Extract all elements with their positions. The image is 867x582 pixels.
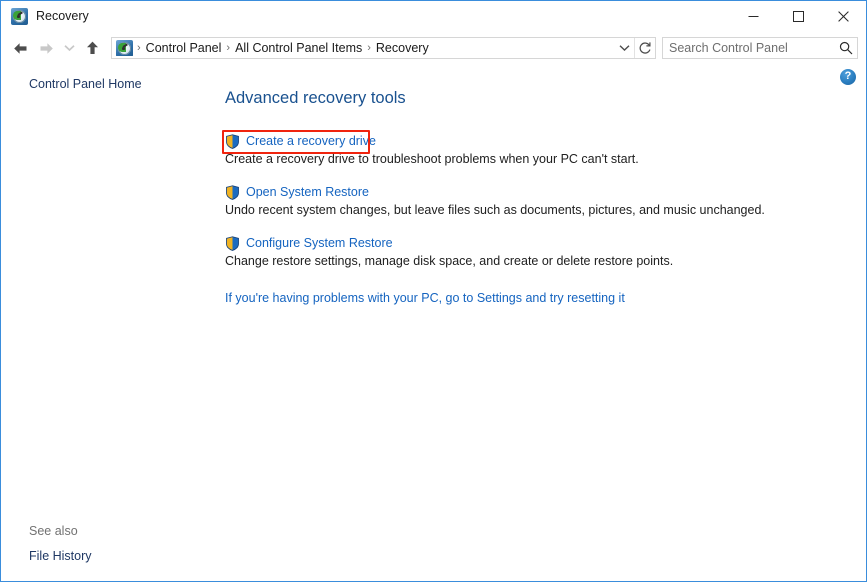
task-link-configure-system-restore[interactable]: Configure System Restore (246, 235, 393, 251)
address-bar[interactable]: › Control Panel › All Control Panel Item… (111, 37, 656, 59)
help-icon: ? (840, 69, 856, 85)
minimize-button[interactable] (731, 1, 776, 32)
search-input[interactable] (663, 37, 835, 59)
sidebar-item-control-panel-home[interactable]: Control Panel Home (1, 73, 225, 95)
up-button[interactable] (79, 35, 105, 61)
nav-buttons (7, 35, 105, 61)
forward-button[interactable] (33, 35, 59, 61)
sidebar-item-file-history[interactable]: File History (1, 545, 225, 567)
page-title: Advanced recovery tools (225, 88, 846, 108)
window-controls (731, 1, 866, 32)
task-link-row: Create a recovery drive (225, 133, 846, 149)
window-body: Control Panel Home See also File History… (1, 64, 866, 581)
task-link-create-a-recovery-drive[interactable]: Create a recovery drive (246, 133, 376, 149)
breadcrumb-item-recovery[interactable]: Recovery (372, 41, 433, 55)
search-box[interactable] (662, 37, 858, 59)
help-button[interactable]: ? (840, 69, 860, 89)
uac-shield-icon (225, 236, 240, 251)
address-chevron-down-icon[interactable] (614, 38, 634, 58)
maximize-button[interactable] (776, 1, 821, 32)
task-link-open-system-restore[interactable]: Open System Restore (246, 184, 369, 200)
help-icon-label: ? (845, 71, 852, 83)
reset-pc-settings-link[interactable]: If you're having problems with your PC, … (225, 290, 846, 306)
task-create-a-recovery-drive: Create a recovery drive Create a recover… (225, 133, 846, 168)
task-link-row: Configure System Restore (225, 235, 846, 251)
back-button[interactable] (7, 35, 33, 61)
recovery-gauge-icon (11, 8, 28, 25)
main-content: ? Advanced recovery tools Create a reco (225, 64, 866, 581)
close-button[interactable] (821, 1, 866, 32)
refresh-icon[interactable] (635, 37, 655, 59)
breadcrumb-item-all-control-panel-items[interactable]: All Control Panel Items (231, 41, 366, 55)
task-link-row: Open System Restore (225, 184, 846, 200)
navigation-bar: › Control Panel › All Control Panel Item… (1, 32, 866, 64)
see-also-section: See also File History (1, 521, 225, 581)
search-icon[interactable] (835, 38, 857, 58)
window-title: Recovery (36, 10, 89, 24)
breadcrumb-item-control-panel[interactable]: Control Panel (142, 41, 226, 55)
title-bar: Recovery (1, 1, 866, 32)
breadcrumb: › Control Panel › All Control Panel Item… (112, 40, 614, 56)
task-description: Change restore settings, manage disk spa… (225, 253, 846, 270)
breadcrumb-recovery-icon (116, 40, 132, 56)
task-open-system-restore: Open System Restore Undo recent system c… (225, 184, 846, 219)
recent-locations-chevron-down-icon[interactable] (59, 35, 79, 61)
task-configure-system-restore: Configure System Restore Change restore … (225, 235, 846, 270)
see-also-label: See also (1, 521, 225, 545)
uac-shield-icon (225, 185, 240, 200)
sidebar: Control Panel Home See also File History (1, 64, 225, 581)
task-description: Undo recent system changes, but leave fi… (225, 202, 846, 219)
uac-shield-icon (225, 134, 240, 149)
task-description: Create a recovery drive to troubleshoot … (225, 151, 846, 168)
recovery-window: Recovery (0, 0, 867, 582)
title-bar-left: Recovery (1, 8, 89, 25)
